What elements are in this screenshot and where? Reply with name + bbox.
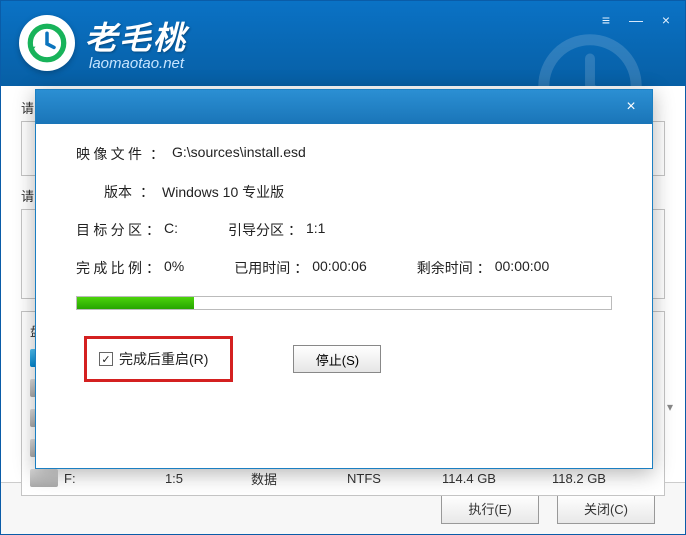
stop-button[interactable]: 停止(S) [293, 345, 381, 373]
elapsed-value: 00:00:06 [312, 258, 367, 278]
remain-value: 00:00:00 [495, 258, 550, 278]
brand-text: 老毛桃 laomaotao.net [85, 13, 187, 72]
install-progress-dialog: × 映像文件 ： G:\sources\install.esd 版本 ： Win… [35, 89, 653, 469]
boot-value: 1:1 [306, 220, 325, 240]
time-row: 完成比例 ： 0% 已用时间 ： 00:00:06 剩余时间 ： 00:00:0… [76, 258, 612, 278]
disk-icon [30, 469, 58, 487]
partition-row: 目标分区 ： C: 引导分区 ： 1:1 [76, 220, 612, 240]
minimize-button[interactable]: — [625, 9, 647, 31]
version-value: Windows 10 专业版 [162, 182, 284, 202]
window-controls: ≡ — × [595, 9, 677, 31]
version-label: 版本 [104, 182, 132, 202]
image-file-row: 映像文件 ： G:\sources\install.esd [76, 144, 612, 164]
dialog-close-button[interactable]: × [620, 96, 642, 118]
main-window: 老毛桃 laomaotao.net ≡ — × 请 请 盘 [0, 0, 686, 535]
execute-button[interactable]: 执行(E) [441, 494, 539, 524]
close-app-button[interactable]: 关闭(C) [557, 494, 655, 524]
progress-fill [77, 297, 194, 309]
progress-label: 完成比例 [76, 258, 142, 278]
image-file-label: 映像文件 [76, 144, 142, 164]
cell-drive: F: [64, 471, 134, 486]
dialog-titlebar: × [36, 90, 652, 124]
logo: 老毛桃 laomaotao.net [19, 13, 187, 72]
dialog-actions: ✓ 完成后重启(R) 停止(S) [76, 336, 612, 382]
dialog-body: 映像文件 ： G:\sources\install.esd 版本 ： Windo… [36, 124, 652, 398]
logo-icon [19, 15, 75, 71]
version-row: 版本 ： Windows 10 专业版 [76, 182, 612, 202]
scroll-down-icon[interactable]: ▾ [667, 400, 681, 414]
restart-checkbox[interactable]: ✓ [99, 352, 113, 366]
close-button[interactable]: × [655, 9, 677, 31]
restart-label: 完成后重启(R) [119, 349, 208, 369]
cell-free: 118.2 GB [524, 471, 634, 486]
progress-bar [76, 296, 612, 310]
target-label: 目标分区 [76, 220, 142, 240]
progress-value: 0% [164, 258, 184, 278]
cell-type: 数据 [214, 469, 314, 488]
menu-button[interactable]: ≡ [595, 9, 617, 31]
target-value: C: [164, 220, 178, 240]
app-header: 老毛桃 laomaotao.net ≡ — × [1, 1, 685, 86]
cell-index: 1:5 [134, 471, 214, 486]
brand-name: 老毛桃 [85, 13, 187, 59]
restart-checkbox-highlight: ✓ 完成后重启(R) [84, 336, 233, 382]
brand-url: laomaotao.net [89, 55, 187, 72]
cell-fs: NTFS [314, 471, 414, 486]
boot-label: 引导分区 [228, 220, 284, 240]
cell-total: 114.4 GB [414, 471, 524, 486]
image-file-value: G:\sources\install.esd [172, 144, 306, 164]
remain-label: 剩余时间 [417, 258, 473, 278]
elapsed-label: 已用时间 [234, 258, 290, 278]
